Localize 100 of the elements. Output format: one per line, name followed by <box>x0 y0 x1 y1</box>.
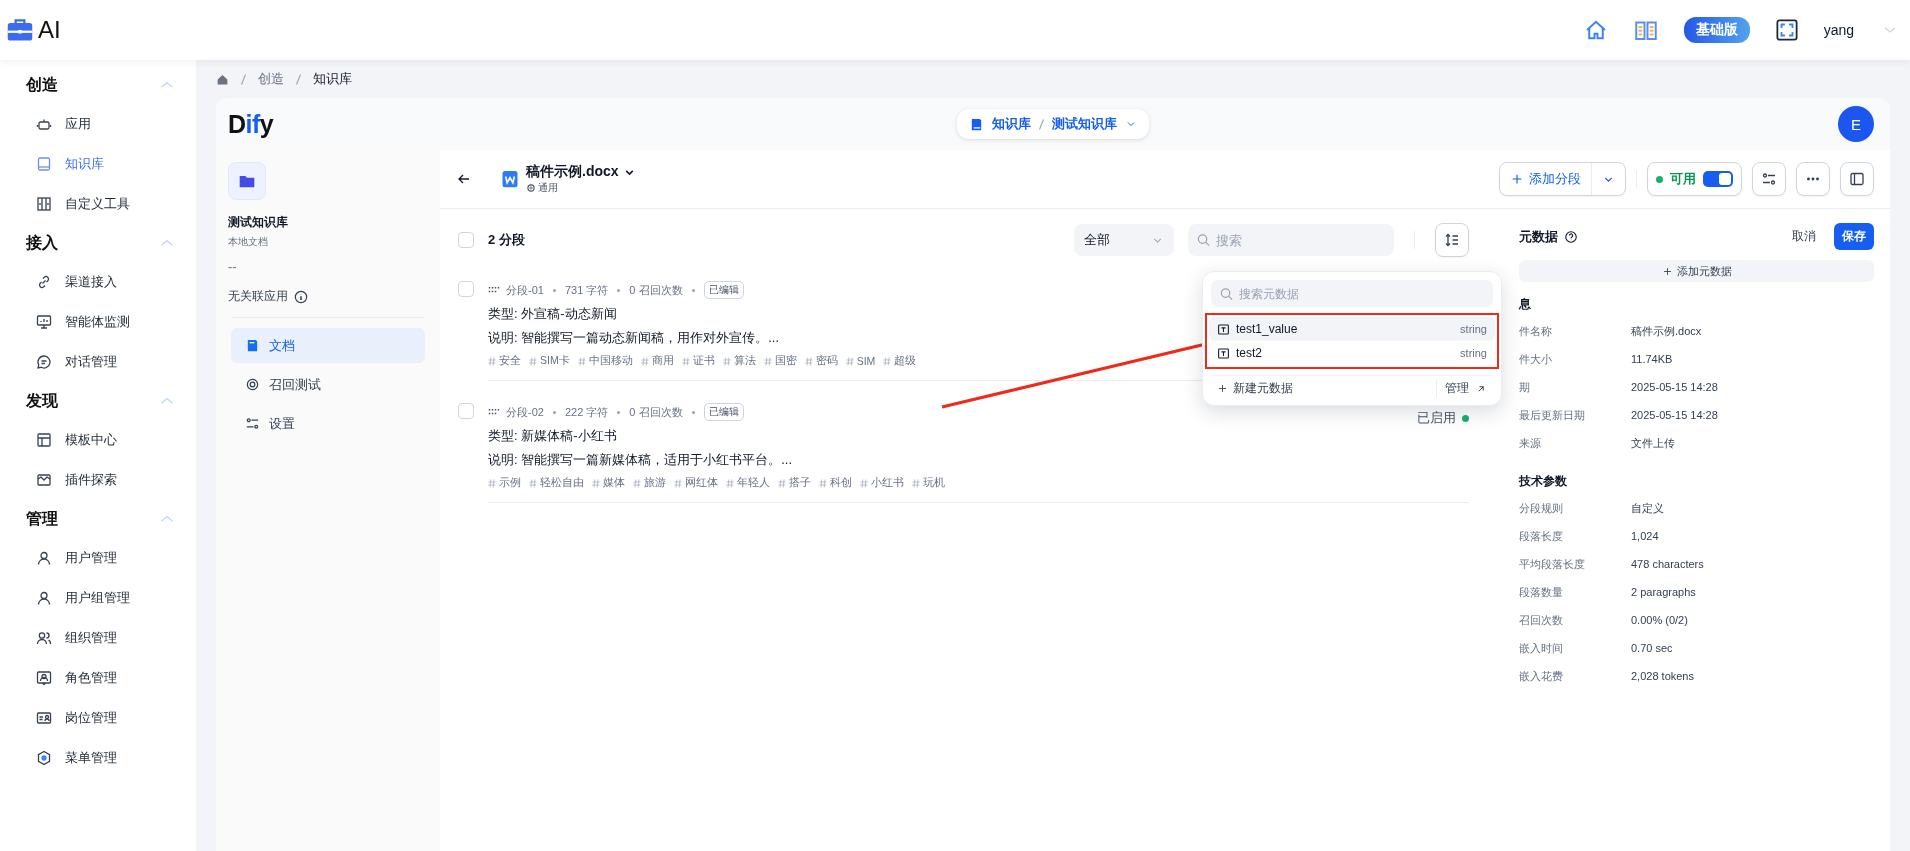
hash-icon <box>763 356 772 366</box>
help-icon <box>1564 229 1578 244</box>
nav-group-title: 管理 <box>26 508 58 529</box>
cancel-button[interactable]: 取消 <box>1792 228 1816 245</box>
plan-badge[interactable]: 基础版 <box>1683 17 1750 43</box>
text-field-icon <box>1217 346 1230 360</box>
keyword-tag: 小红书 <box>871 476 904 490</box>
search-field[interactable]: 搜索 <box>1188 224 1394 256</box>
sliders-icon <box>1761 171 1777 187</box>
edited-badge: 已编辑 <box>703 281 744 299</box>
settings-button[interactable] <box>1752 162 1786 196</box>
segment-type: 类型: 外宣稿-动态新闻 <box>488 305 617 323</box>
more-button[interactable] <box>1796 162 1830 196</box>
new-metadata-button[interactable]: 新建元数据 <box>1233 380 1293 397</box>
metadata-option[interactable]: test2 string <box>1209 341 1495 365</box>
dataset-nav-item[interactable]: 设置 <box>231 406 425 441</box>
nav-icon <box>36 472 52 488</box>
sidebar-item[interactable]: 岗位管理 <box>0 698 196 738</box>
sidebar-item[interactable]: 自定义工具 <box>0 184 196 224</box>
checkbox[interactable] <box>458 403 474 419</box>
keyword-tag: 密码 <box>815 354 838 368</box>
nav-group-header[interactable]: 接入 <box>0 224 196 262</box>
sidebar-item[interactable]: 模板中心 <box>0 420 196 460</box>
keyword-tag: 超级 <box>894 354 917 368</box>
linked-apps-label: 无关联应用 <box>228 288 288 305</box>
keyword-tag: 商用 <box>651 354 674 368</box>
metadata-search-field[interactable]: 搜索元数据 <box>1211 280 1493 307</box>
keyword-tag: 算法 <box>733 354 756 368</box>
hash-icon <box>883 356 892 366</box>
keyword-tag: SIM卡 <box>540 354 570 368</box>
keyword-tag: 网红体 <box>685 476 718 490</box>
info-value: 0.70 sec <box>1631 641 1674 656</box>
info-value: 11.74KB <box>1631 352 1674 367</box>
keyword-tag: 示例 <box>499 476 521 490</box>
pill-separator <box>1039 118 1044 130</box>
dataset-nav-item[interactable]: 文档 <box>231 328 425 363</box>
sidebar-item[interactable]: 智能体监测 <box>0 302 196 342</box>
nav-icon <box>36 550 52 566</box>
knowledge-breadcrumb-pill[interactable]: 知识库 测试知识库 <box>957 109 1149 139</box>
document-title[interactable]: 稿件示例.docx <box>526 163 619 181</box>
section-heading: 技术参数 <box>1519 473 1568 490</box>
metadata-option[interactable]: test1_value string <box>1209 317 1495 341</box>
metadata-title: 元数据 <box>1519 227 1558 246</box>
gear-icon <box>526 183 536 193</box>
keyword-tag: 中国移动 <box>588 354 633 368</box>
hash-icon <box>674 478 682 488</box>
save-button[interactable]: 保存 <box>1834 223 1874 250</box>
info-icon <box>294 289 308 304</box>
checkbox[interactable] <box>458 232 474 248</box>
sidebar-item[interactable]: 用户组管理 <box>0 578 196 618</box>
sidebar-item[interactable]: 知识库 <box>0 144 196 184</box>
user-avatar[interactable]: E <box>1838 106 1874 142</box>
book-icon <box>969 116 984 132</box>
keyword-tag: 玩机 <box>923 476 945 490</box>
info-label: 期 <box>1519 379 1531 395</box>
nav-icon <box>36 750 52 766</box>
filter-select[interactable]: 全部 <box>1074 224 1174 256</box>
nav-icon <box>36 314 52 330</box>
dify-logo: Dify <box>228 109 274 139</box>
info-value: 稿件示例.docx <box>1631 323 1703 339</box>
info-label: 段落数量 <box>1519 584 1564 600</box>
toggle-switch[interactable] <box>1703 171 1733 187</box>
info-label: 件大小 <box>1519 351 1553 367</box>
sidebar-item[interactable]: 用户管理 <box>0 538 196 578</box>
breadcrumb-item[interactable]: 创造 <box>258 70 284 88</box>
status-dot <box>1462 414 1469 422</box>
info-value: 2025-05-15 14:28 <box>1631 380 1719 395</box>
sidebar-item[interactable]: 对话管理 <box>0 342 196 382</box>
pill-item[interactable]: 知识库 <box>992 115 1031 133</box>
manage-link[interactable]: 管理 <box>1436 380 1487 397</box>
briefcase-icon <box>6 16 34 44</box>
app-logo-text: AI <box>38 16 61 44</box>
breadcrumb-separator <box>296 73 301 85</box>
info-value: 2025-05-15 14:28 <box>1631 408 1719 423</box>
nav-group-header[interactable]: 发现 <box>0 382 196 420</box>
pill-item[interactable]: 测试知识库 <box>1052 115 1117 133</box>
checkbox[interactable] <box>458 281 474 297</box>
status-control[interactable]: 可用 <box>1647 162 1742 196</box>
sidebar-item[interactable]: 菜单管理 <box>0 738 196 778</box>
sidebar-item[interactable]: 渠道接入 <box>0 262 196 302</box>
separator-dot <box>691 288 695 292</box>
hash-icon <box>592 478 600 488</box>
sidebar-item[interactable]: 组织管理 <box>0 618 196 658</box>
nav-icon <box>245 416 260 431</box>
nav-group-header[interactable]: 管理 <box>0 500 196 538</box>
hash-icon <box>681 356 690 366</box>
nav-group-header[interactable]: 创造 <box>0 66 196 104</box>
sort-button[interactable] <box>1435 223 1469 257</box>
info-label: 嵌入时间 <box>1519 640 1564 656</box>
home-icon <box>216 72 229 86</box>
dataset-nav-item[interactable]: 召回测试 <box>231 367 425 402</box>
panel-toggle-button[interactable] <box>1840 162 1874 196</box>
sidebar-item[interactable]: 插件探索 <box>0 460 196 500</box>
add-metadata-button[interactable]: 添加元数据 <box>1519 260 1874 282</box>
info-value: 478 characters <box>1631 557 1705 572</box>
section-heading: 息 <box>1519 296 1532 313</box>
user-name[interactable]: yang <box>1823 22 1854 38</box>
sidebar-item[interactable]: 应用 <box>0 104 196 144</box>
sidebar-item[interactable]: 角色管理 <box>0 658 196 698</box>
add-segment-button[interactable]: 添加分段 <box>1500 163 1591 195</box>
